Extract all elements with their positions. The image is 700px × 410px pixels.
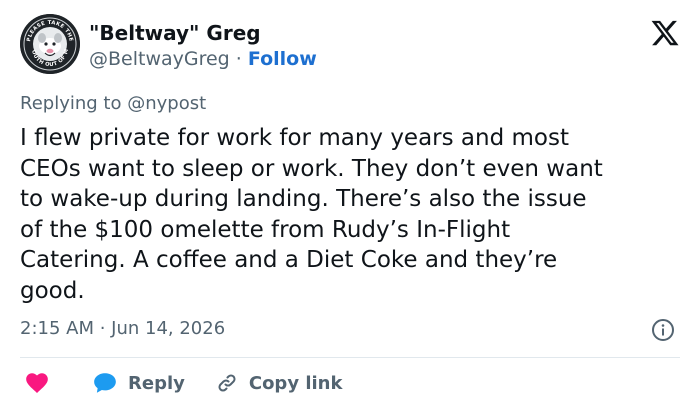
avatar[interactable]: PLEASE TAKE THE MOUTH OUT OF MY <box>20 14 80 74</box>
tweet-timestamp[interactable]: 2:15 AM · Jun 14, 2026 <box>20 317 225 341</box>
reply-label: Reply <box>128 372 185 394</box>
author-display-name[interactable]: "Beltway" Greg <box>89 20 317 46</box>
author-handle-row: @BeltwayGreg · Follow <box>89 46 317 72</box>
link-icon <box>218 374 236 392</box>
action-bar: Reply Copy link <box>20 368 342 398</box>
handle-separator: · <box>229 48 248 70</box>
reply-mention-link[interactable]: @nypost <box>127 93 206 114</box>
tweet-text: I flew private for work for many years a… <box>20 125 603 304</box>
like-button[interactable] <box>20 370 50 396</box>
follow-button[interactable]: Follow <box>248 48 317 70</box>
tweet-card: PLEASE TAKE THE MOUTH OUT OF MY "Beltway… <box>0 0 700 410</box>
author-names: "Beltway" Greg @BeltwayGreg · Follow <box>89 20 317 72</box>
tweet-header: PLEASE TAKE THE MOUTH OUT OF MY "Beltway… <box>20 14 680 76</box>
divider <box>20 357 680 358</box>
reply-context-prefix: Replying to <box>20 93 128 114</box>
author-handle[interactable]: @BeltwayGreg <box>89 48 230 70</box>
reply-button[interactable]: Reply <box>92 370 185 396</box>
x-logo-icon[interactable] <box>650 18 680 48</box>
reply-context: Replying to @nypost <box>20 92 206 116</box>
possum-avatar-icon: PLEASE TAKE THE MOUTH OUT OF MY <box>20 14 80 74</box>
copy-link-label: Copy link <box>248 372 343 394</box>
info-icon[interactable] <box>651 318 675 342</box>
copy-link-button[interactable]: Copy link <box>215 371 343 395</box>
heart-icon <box>26 373 48 393</box>
speech-bubble-icon <box>94 373 116 393</box>
